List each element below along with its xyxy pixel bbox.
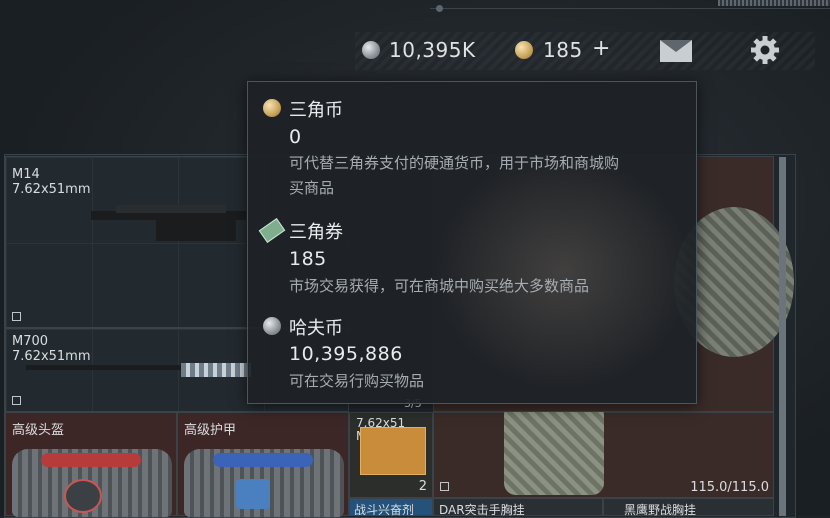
tooltip-title-hafu-coin: 哈夫币 xyxy=(289,318,343,339)
tooltip-title-triangle-coin: 三角币 xyxy=(289,100,343,121)
m700-label: M700 xyxy=(12,334,49,349)
blackhawk-vest-name: 黑鹰野战胸挂 xyxy=(624,503,697,517)
m14-rifle-stock xyxy=(156,219,236,241)
ticket-icon xyxy=(258,218,286,243)
dar-vest-name: DAR突击手胸挂 xyxy=(439,503,525,517)
gold-coin-icon xyxy=(515,41,533,59)
vest-durability: 115.0/115.0 xyxy=(690,480,769,495)
stimulant-slot[interactable]: 战斗兴奋剂 xyxy=(349,498,433,517)
desc-line: 可代替三角券支付的硬通货币，用于市场和商城购 xyxy=(289,154,620,172)
gold-coin-icon xyxy=(263,99,281,117)
m14-label: M14 xyxy=(12,167,40,182)
top-divider xyxy=(430,8,830,9)
vest-image xyxy=(504,403,604,495)
tooltip-desc-hafu-coin: 可在交易行购买物品 xyxy=(289,372,425,390)
helmet-crate-name: 高级头盔 xyxy=(12,423,65,438)
m14-name: M14 7.62x51mm xyxy=(12,167,91,197)
tooltip-desc-triangle-coin: 可代替三角券支付的硬通货币，用于市场和商城购 买商品 xyxy=(289,151,689,201)
armor-crate-name: 高级护甲 xyxy=(184,423,237,438)
ammo-count: 2 xyxy=(418,479,427,494)
inventory-scrollbar[interactable] xyxy=(779,157,786,516)
stimulant-name: 战斗兴奋剂 xyxy=(354,503,415,517)
lock-icon xyxy=(12,312,21,321)
crate-logo xyxy=(64,479,102,513)
red-strap xyxy=(41,453,141,467)
tooltip-value-hafu-coin: 10,395,886 xyxy=(289,343,403,365)
crate-logo xyxy=(236,479,270,509)
vest-slot[interactable]: 115.0/115.0 xyxy=(433,403,774,498)
gear-icon[interactable] xyxy=(750,35,780,65)
m14-rifle-scope xyxy=(116,205,226,213)
add-currency-button[interactable]: + xyxy=(592,36,611,61)
m700-caliber: 7.62x51mm xyxy=(12,349,91,364)
tooltip-value-triangle-voucher: 185 xyxy=(289,248,327,270)
blackhawk-vest-slot[interactable]: 黑鹰野战胸挂 xyxy=(603,498,774,517)
m700-stock xyxy=(181,363,251,377)
tooltip-desc-triangle-voucher: 市场交易获得，可在商城中购买绝大多数商品 xyxy=(289,277,590,295)
hafu-amount[interactable]: 10,395K xyxy=(389,38,476,62)
lock-icon xyxy=(12,396,21,405)
ammo-box xyxy=(360,427,426,475)
tooltip-title-triangle-voucher: 三角券 xyxy=(289,222,343,243)
m14-caliber: 7.62x51mm xyxy=(12,182,91,197)
helmet-crate-slot[interactable]: 高级头盔 xyxy=(5,412,177,517)
blue-strap xyxy=(213,453,313,467)
dar-vest-slot[interactable]: DAR突击手胸挂 xyxy=(433,498,603,517)
tooltip-value-triangle-coin: 0 xyxy=(289,126,302,148)
desc-line: 买商品 xyxy=(289,179,335,197)
top-status-strip xyxy=(718,0,830,6)
m700-name: M700 7.62x51mm xyxy=(12,334,91,364)
ammo-slot[interactable]: 7.62x51 M61 2 xyxy=(349,412,433,498)
silver-coin-icon xyxy=(362,41,380,59)
top-slider-handle[interactable] xyxy=(436,5,443,12)
mail-icon[interactable] xyxy=(660,40,692,62)
silver-coin-icon xyxy=(263,317,281,335)
lock-icon xyxy=(440,482,449,491)
armor-crate-slot[interactable]: 高级护甲 xyxy=(177,412,349,517)
currency-tooltip: 三角币 0 可代替三角券支付的硬通货币，用于市场和商城购 买商品 三角券 185… xyxy=(247,81,697,404)
voucher-amount[interactable]: 185 xyxy=(543,38,583,62)
